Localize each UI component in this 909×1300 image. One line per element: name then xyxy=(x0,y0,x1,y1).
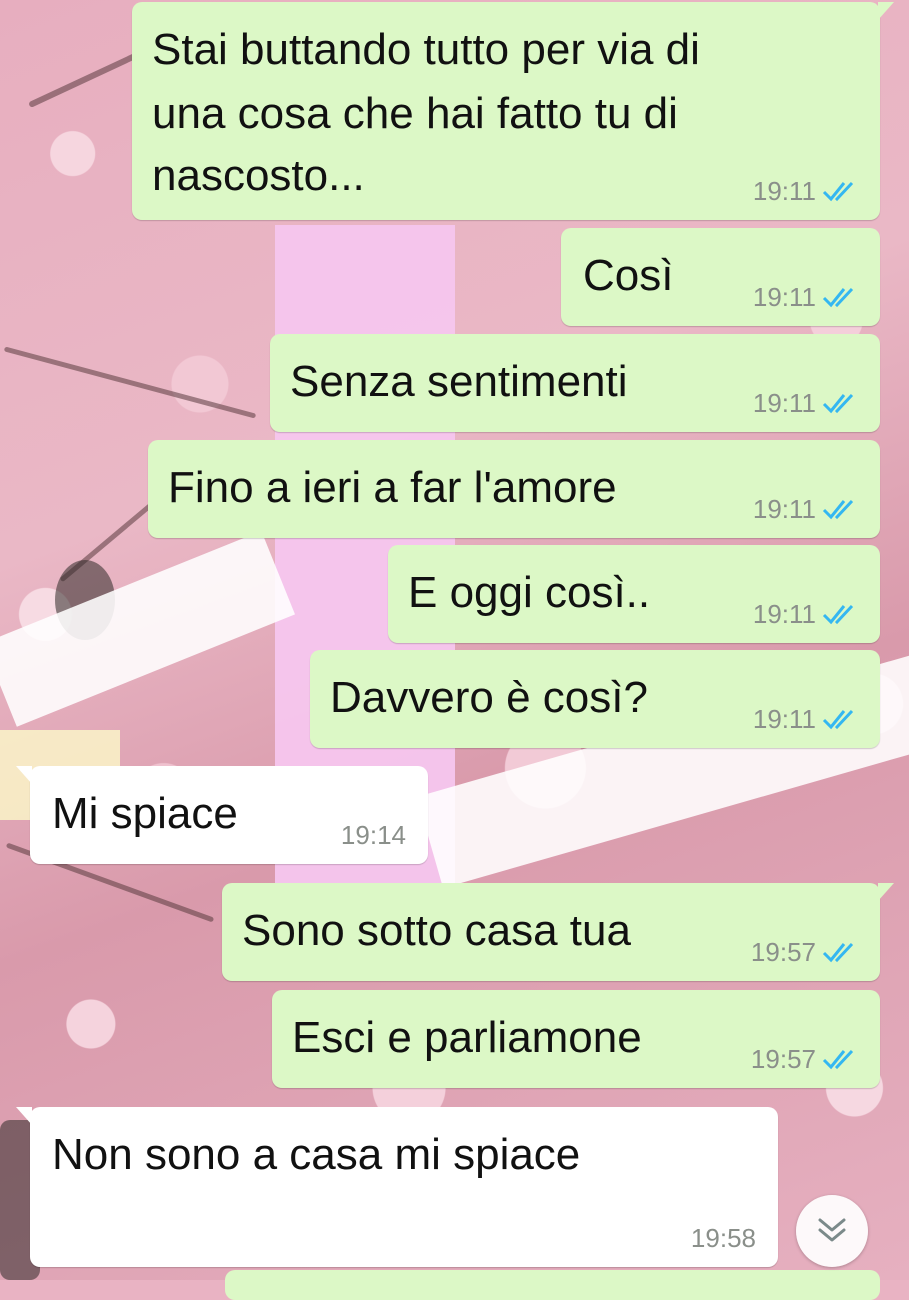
message-meta: 19:58 xyxy=(691,1223,756,1253)
message-meta: 19:11 xyxy=(753,282,858,312)
message-text-line: nascosto... xyxy=(152,151,365,200)
message-bubble-outgoing[interactable]: Sono sotto casa tua 19:57 xyxy=(222,883,894,981)
message-bubble-outgoing[interactable]: Fino a ieri a far l'amore 19:11 xyxy=(148,440,880,538)
double-check-icon xyxy=(822,287,854,308)
chevron-double-down-icon xyxy=(818,1218,846,1242)
message-time: 19:11 xyxy=(752,494,816,524)
message-text: Così xyxy=(583,251,674,300)
bubble-tail xyxy=(16,766,32,784)
bubble-tail xyxy=(878,2,894,20)
message-meta: 19:11 xyxy=(753,494,858,524)
message-text: Senza sentimenti xyxy=(290,357,628,406)
bubble-tail xyxy=(878,883,894,901)
double-check-icon xyxy=(822,1049,854,1070)
message-time: 19:58 xyxy=(690,1223,756,1253)
message-time: 19:11 xyxy=(752,599,816,629)
message-time: 19:11 xyxy=(752,388,816,418)
message-bubble-incoming[interactable]: Non sono a casa mi spiace 19:58 xyxy=(16,1107,778,1267)
message-text-line: Stai buttando tutto per via di xyxy=(152,25,700,74)
double-check-icon xyxy=(822,709,854,730)
double-check-icon xyxy=(822,181,854,202)
bubble-tail xyxy=(16,1107,32,1125)
message-time: 19:11 xyxy=(752,176,816,206)
message-meta: 19:57 xyxy=(751,937,858,967)
message-time: 19:57 xyxy=(750,1044,816,1074)
message-bubble-outgoing[interactable]: E oggi così.. 19:11 xyxy=(388,545,880,643)
message-bubble-incoming[interactable]: Mi spiace 19:14 xyxy=(16,766,428,864)
message-bubble-outgoing[interactable]: Davvero è così? 19:11 xyxy=(310,650,880,748)
message-meta: 19:11 xyxy=(753,599,858,629)
message-text: Esci e parliamone xyxy=(292,1013,642,1062)
wallpaper-branch xyxy=(3,346,257,419)
scroll-to-bottom-button[interactable] xyxy=(796,1195,868,1267)
double-check-icon xyxy=(822,499,854,520)
message-text: Mi spiace xyxy=(52,789,238,838)
message-meta: 19:57 xyxy=(751,1044,858,1074)
message-text: Fino a ieri a far l'amore xyxy=(168,463,617,512)
double-check-icon xyxy=(822,942,854,963)
double-check-icon xyxy=(822,604,854,625)
message-bubble-outgoing[interactable]: Senza sentimenti 19:11 xyxy=(270,334,880,432)
message-time: 19:14 xyxy=(340,820,406,850)
message-time: 19:11 xyxy=(752,704,816,734)
message-time: 19:57 xyxy=(750,937,816,967)
wallpaper-stripe xyxy=(0,530,296,727)
message-bubble-outgoing-partial xyxy=(225,1270,880,1300)
message-text: E oggi così.. xyxy=(408,568,651,617)
message-time: 19:11 xyxy=(752,282,816,312)
message-bubble-outgoing[interactable]: Esci e parliamone 19:57 xyxy=(272,990,880,1088)
message-meta: 19:11 xyxy=(753,704,858,734)
message-text-line: una cosa che hai fatto tu di xyxy=(152,89,678,138)
message-text: Davvero è così? xyxy=(330,673,648,722)
message-meta: 19:11 xyxy=(753,176,858,206)
message-bubble-outgoing[interactable]: Stai buttando tutto per via di una cosa … xyxy=(132,2,894,220)
message-meta: 19:14 xyxy=(341,820,406,850)
double-check-icon xyxy=(822,393,854,414)
message-meta: 19:11 xyxy=(753,388,858,418)
message-bubble-outgoing[interactable]: Così 19:11 xyxy=(561,228,880,326)
message-text: Sono sotto casa tua xyxy=(242,906,631,955)
message-text: Non sono a casa mi spiace xyxy=(52,1130,581,1179)
